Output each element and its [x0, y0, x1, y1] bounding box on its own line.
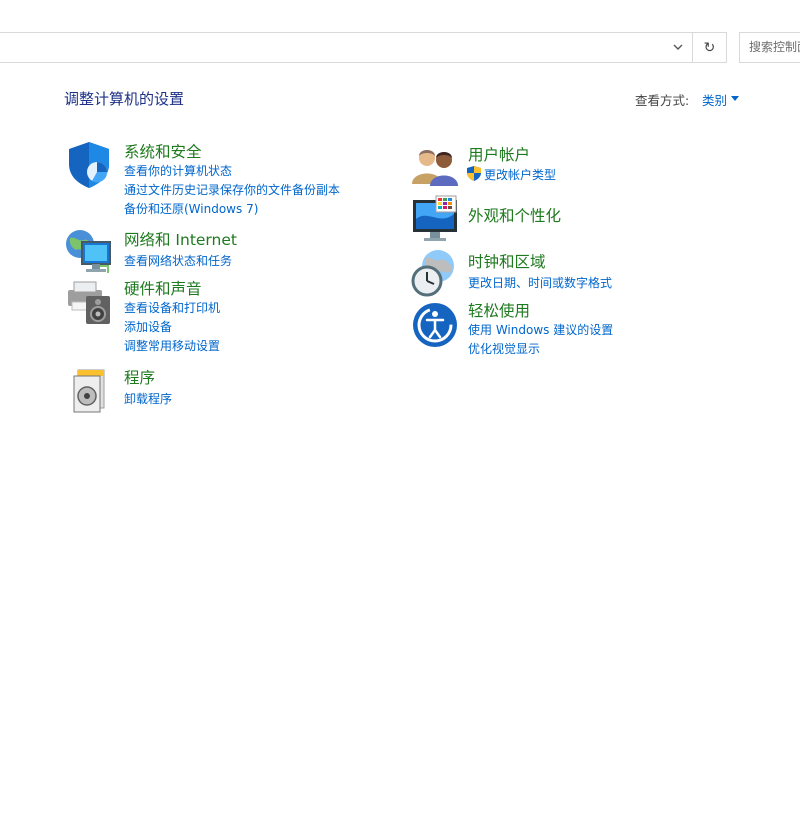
view-by-caret-icon[interactable] — [731, 96, 739, 101]
category-appearance-personalization[interactable]: 外观和个性化 — [468, 204, 561, 226]
category-network-internet[interactable]: 网络和 Internet — [124, 228, 237, 250]
category-programs[interactable]: 程序 — [124, 366, 155, 388]
refresh-icon: ↻ — [703, 39, 716, 56]
search-input[interactable]: 搜索控制面板 — [739, 32, 800, 63]
clock-region-icon[interactable] — [410, 248, 460, 298]
category-hardware-sound[interactable]: 硬件和声音 — [124, 277, 202, 299]
system-security-icon[interactable] — [64, 140, 114, 190]
ease-of-access-icon[interactable] — [410, 300, 460, 350]
hardware-sound-icon[interactable] — [64, 276, 114, 326]
link-view-computer-status[interactable]: 查看你的计算机状态 — [124, 162, 232, 179]
category-clock-region[interactable]: 时钟和区域 — [468, 250, 546, 272]
programs-icon[interactable] — [64, 364, 114, 414]
link-uninstall-program[interactable]: 卸载程序 — [124, 390, 172, 407]
address-dropdown-button[interactable] — [663, 33, 692, 62]
link-network-status[interactable]: 查看网络状态和任务 — [124, 252, 232, 269]
link-file-history[interactable]: 通过文件历史记录保存你的文件备份副本 — [124, 181, 340, 198]
page-title: 调整计算机的设置 — [64, 90, 185, 108]
category-user-accounts[interactable]: 用户帐户 — [468, 143, 530, 165]
link-optimize-visual-display[interactable]: 优化视觉显示 — [468, 340, 540, 357]
link-devices-printers[interactable]: 查看设备和打印机 — [124, 299, 220, 316]
uac-shield-icon — [467, 166, 481, 181]
view-by-label: 查看方式: — [635, 93, 690, 108]
appearance-personalization-icon[interactable] — [410, 194, 460, 244]
link-mobility-settings[interactable]: 调整常用移动设置 — [124, 337, 220, 354]
user-accounts-icon[interactable] — [410, 140, 460, 190]
chevron-down-icon — [673, 44, 682, 50]
view-by-dropdown[interactable]: 类别 — [702, 90, 727, 109]
category-ease-of-access[interactable]: 轻松使用 — [468, 299, 530, 321]
link-change-account-type[interactable]: 更改帐户类型 — [484, 166, 556, 183]
refresh-button[interactable]: ↻ — [693, 33, 726, 62]
link-change-date-time-format[interactable]: 更改日期、时间或数字格式 — [468, 274, 612, 291]
network-internet-icon[interactable] — [64, 226, 114, 276]
link-add-device[interactable]: 添加设备 — [124, 318, 172, 335]
address-bar[interactable]: ↻ — [0, 32, 727, 63]
category-system-security[interactable]: 系统和安全 — [124, 140, 202, 162]
link-recommended-settings[interactable]: 使用 Windows 建议的设置 — [468, 321, 613, 338]
link-backup-restore[interactable]: 备份和还原(Windows 7) — [124, 200, 258, 217]
